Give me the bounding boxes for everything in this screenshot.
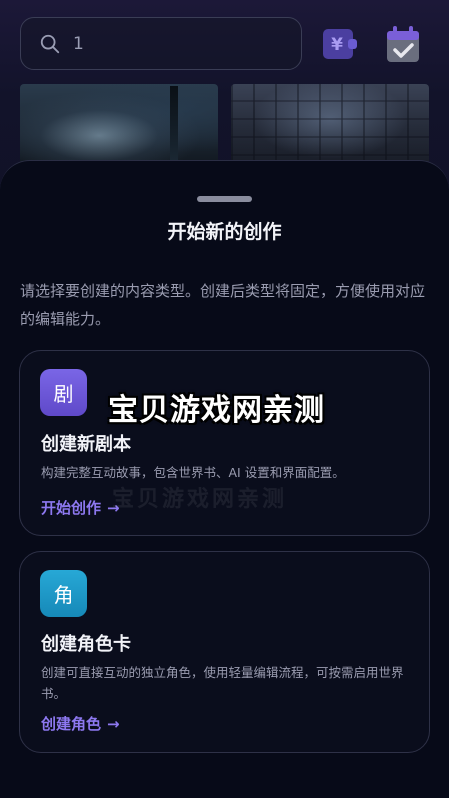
create-character-link[interactable]: 创建角色 → (41, 713, 120, 734)
watermark-ghost: 宝贝游戏网亲测 (112, 487, 288, 512)
create-character-card[interactable]: 角 创建角色卡 创建可直接互动的独立角色，使用轻量编辑流程，可按需启用世界书。 … (19, 551, 430, 753)
search-input[interactable] (73, 33, 273, 54)
watermark-text: 宝贝游戏网亲测 (108, 393, 325, 428)
start-creating-link[interactable]: 开始创作 → (41, 497, 120, 518)
sheet-title: 开始新的创作 (167, 221, 282, 243)
sheet-drag-handle[interactable] (197, 196, 252, 202)
character-icon: 角 (40, 570, 87, 617)
app-screen: ¥ 开始新的创作 请选择要创建的内容类型。创建后类型将固定，方便使用对应的编辑能… (0, 0, 449, 798)
arrow-right-icon: → (107, 715, 120, 733)
character-card-title: 创建角色卡 (41, 634, 131, 655)
create-bottom-sheet: 开始新的创作 请选择要创建的内容类型。创建后类型将固定，方便使用对应的编辑能力。… (0, 160, 449, 798)
banner-image-right[interactable] (231, 84, 429, 170)
banner-image-left[interactable] (20, 84, 218, 170)
start-creating-label: 开始创作 (41, 499, 102, 517)
calendar-check-icon[interactable] (384, 24, 420, 62)
story-card-title: 创建新剧本 (41, 434, 131, 455)
story-card-description: 构建完整互动故事，包含世界书、AI 设置和界面配置。 (41, 465, 345, 480)
banner-grid (231, 84, 429, 170)
search-box[interactable] (20, 17, 302, 70)
character-card-description: 创建可直接互动的独立角色，使用轻量编辑流程，可按需启用世界书。 (41, 665, 404, 701)
yen-wallet-icon[interactable]: ¥ (322, 26, 358, 62)
search-icon (40, 34, 60, 53)
svg-text:¥: ¥ (331, 35, 343, 55)
story-icon: 剧 (40, 369, 87, 416)
create-character-label: 创建角色 (41, 715, 102, 733)
banner-tower (170, 86, 178, 170)
top-bar: ¥ (0, 0, 449, 84)
sheet-description: 请选择要创建的内容类型。创建后类型将固定，方便使用对应的编辑能力。 (20, 282, 426, 328)
